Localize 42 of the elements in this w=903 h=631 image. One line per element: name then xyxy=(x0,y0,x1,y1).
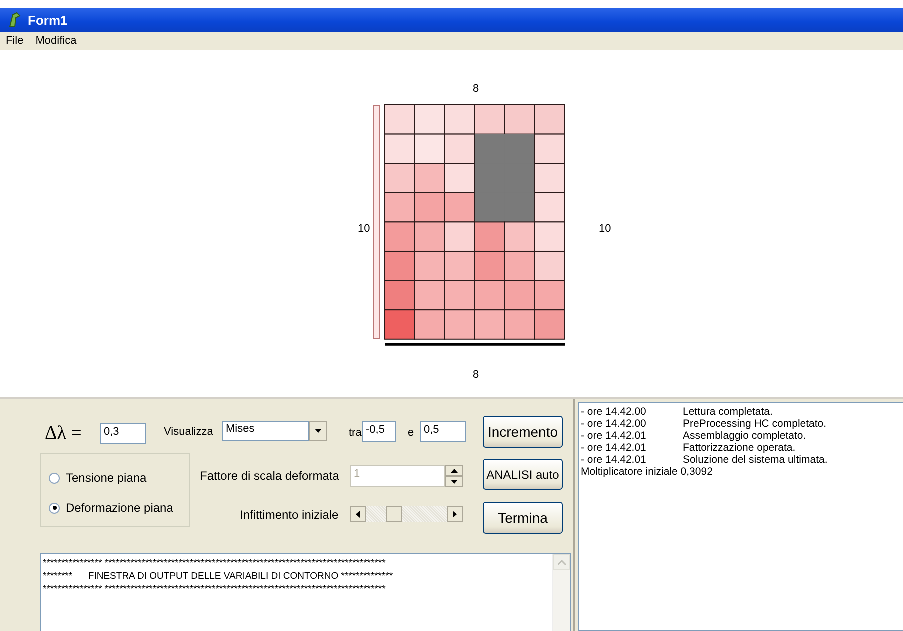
max-field[interactable]: 0,5 xyxy=(420,421,466,442)
right-arrow-icon[interactable] xyxy=(453,510,457,518)
range-label: tra xyxy=(349,427,362,439)
delta-lambda-field[interactable]: 0,3 xyxy=(100,423,146,444)
left-arrow-icon[interactable] xyxy=(356,510,360,518)
height-label: 10 xyxy=(599,223,612,235)
log-time: - ore 14.42.01 xyxy=(581,430,648,442)
log-time: - ore 14.42.00 xyxy=(581,406,648,418)
output-area[interactable] xyxy=(40,553,571,631)
plane-mode-radio[interactable]: Tensione piana xyxy=(49,471,147,485)
refine-label: Infittimento iniziale xyxy=(240,508,339,522)
log-message: Lettura completata. xyxy=(683,406,774,418)
log-footer: Moltiplicatore iniziale 0,3092 xyxy=(581,466,901,478)
action-button[interactable]: ANALISI auto xyxy=(483,459,563,490)
refine-scrollbar[interactable] xyxy=(350,506,463,522)
min-field[interactable]: -0,5 xyxy=(362,421,396,442)
range-label: e xyxy=(408,427,414,439)
log-time: - ore 14.42.01 xyxy=(581,442,648,454)
view-label: Visualizza xyxy=(164,426,214,438)
width-label: 8 xyxy=(473,369,480,381)
output-line: **************** **************************************************************************** xyxy=(43,583,387,596)
menu-item[interactable]: File xyxy=(4,35,26,47)
action-button[interactable]: Incremento xyxy=(483,416,563,448)
action-button[interactable]: Termina xyxy=(483,502,563,534)
log-message: Soluzione del sistema ultimata. xyxy=(683,454,829,466)
output-line: ******** FINESTRA DI OUTPUT DELLE VARIABILI DI CONTORNO ************** xyxy=(43,570,394,583)
window-title: Form1 xyxy=(28,12,68,28)
plane-mode-radio[interactable]: Deformazione piana xyxy=(49,501,174,515)
scale-label: Fattore di scala deformata xyxy=(200,469,340,483)
caret-icon xyxy=(314,429,322,433)
output-line: **************** **************************************************************************** xyxy=(43,557,387,570)
log-message: PreProcessing HC completato. xyxy=(683,418,828,430)
width-label: 8 xyxy=(473,83,480,95)
delta-lambda-label: Δλ = xyxy=(45,423,82,445)
app-icon xyxy=(8,12,22,28)
height-label: 10 xyxy=(358,223,370,235)
menu-item[interactable]: Modifica xyxy=(34,35,79,47)
log-message: Fattorizzazione operata. xyxy=(683,442,797,454)
scroll-thumb[interactable] xyxy=(386,506,402,522)
log-time: - ore 14.42.00 xyxy=(581,418,648,430)
log-time: - ore 14.42.01 xyxy=(581,454,648,466)
log-message: Assemblaggio completato. xyxy=(683,430,808,442)
